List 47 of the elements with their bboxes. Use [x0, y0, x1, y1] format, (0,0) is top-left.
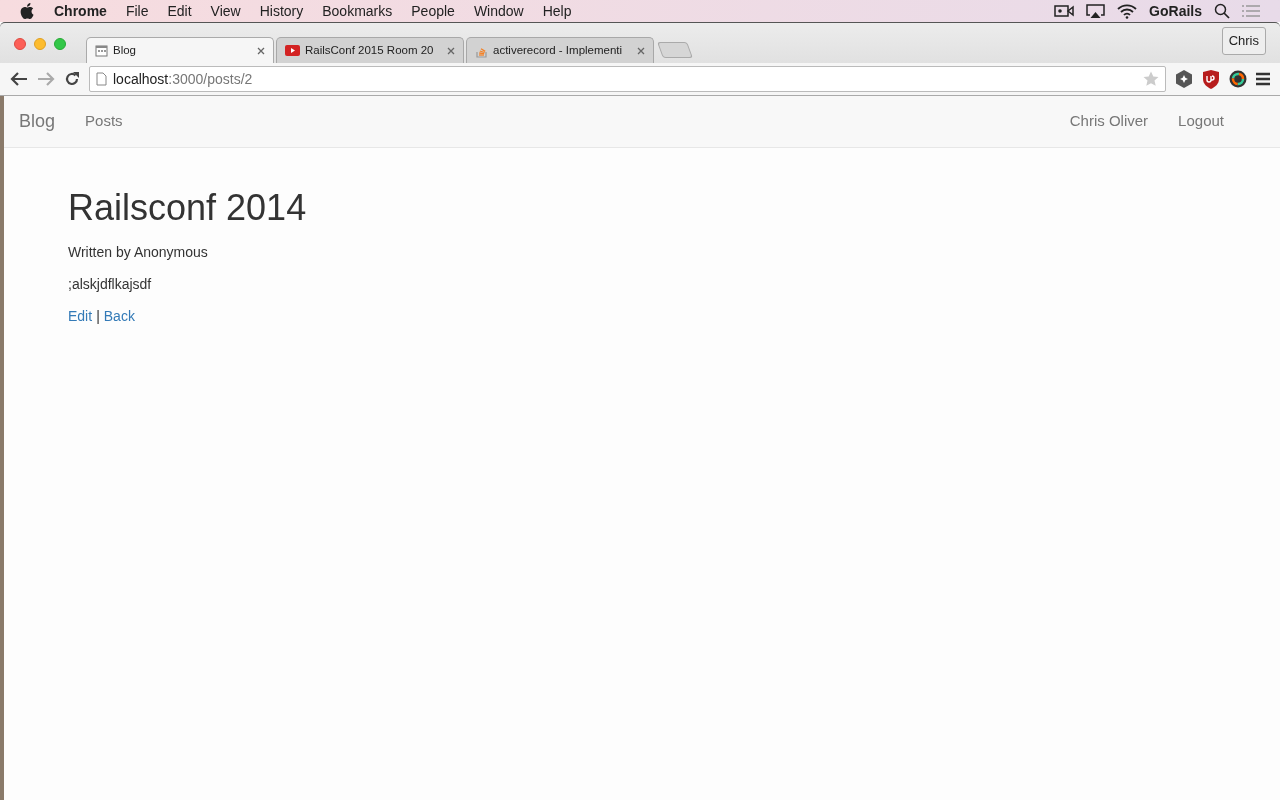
- menu-item[interactable]: Help: [542, 0, 572, 22]
- menu-item[interactable]: People: [411, 0, 455, 22]
- back-arrow-icon[interactable]: [10, 71, 28, 87]
- menu-item[interactable]: Window: [473, 0, 524, 22]
- lens-icon[interactable]: [1229, 70, 1247, 88]
- close-window-button[interactable]: [14, 37, 26, 50]
- nav-link[interactable]: Logout: [1178, 110, 1224, 133]
- edit-link[interactable]: Edit: [68, 306, 93, 327]
- tab-title: RailsConf 2015 Room 20: [305, 42, 434, 58]
- shield-icon[interactable]: [1202, 69, 1220, 89]
- nav-link[interactable]: Chris Oliver: [1069, 110, 1149, 133]
- menu-item[interactable]: Bookmarks: [322, 0, 393, 22]
- star-icon[interactable]: [1143, 71, 1159, 87]
- post-body: ;alskjdflkajsdf: [68, 275, 152, 294]
- airplay-icon[interactable]: [1086, 3, 1106, 19]
- close-icon[interactable]: [637, 46, 645, 55]
- browser-tab[interactable]: Blog: [86, 37, 274, 63]
- post-byline: Written by Anonymous: [68, 243, 208, 262]
- menu-item[interactable]: Edit: [167, 0, 192, 22]
- tab-title: Blog: [113, 42, 137, 58]
- play-icon: [285, 45, 300, 56]
- brand-link[interactable]: Blog: [19, 108, 56, 135]
- tab-title: activerecord - Implementi: [493, 42, 623, 58]
- close-icon[interactable]: [447, 46, 455, 55]
- link-separator: |: [96, 307, 100, 326]
- menu-item[interactable]: History: [259, 0, 304, 22]
- wifi-icon[interactable]: [1117, 3, 1138, 19]
- address-field[interactable]: localhost:3000/posts/2: [89, 66, 1166, 92]
- user-name[interactable]: GoRails: [1149, 0, 1202, 22]
- nav-link[interactable]: Posts: [85, 110, 123, 133]
- menu-icon[interactable]: [1256, 72, 1270, 86]
- menu-item[interactable]: File: [125, 0, 149, 22]
- reload-icon[interactable]: [64, 71, 80, 87]
- calendar-icon: [95, 44, 108, 57]
- profile-button[interactable]: Chris: [1221, 27, 1266, 55]
- back-link[interactable]: Back: [103, 306, 135, 327]
- post-title: Railsconf 2014: [68, 186, 307, 230]
- menu-item[interactable]: View: [210, 0, 241, 22]
- camera-icon[interactable]: [1054, 4, 1075, 18]
- hexagon-icon[interactable]: [1175, 70, 1193, 88]
- search-icon[interactable]: [1214, 3, 1230, 19]
- browser-tab[interactable]: activerecord - Implementi: [466, 37, 654, 63]
- menu-item[interactable]: Chrome: [54, 0, 107, 22]
- apple-icon[interactable]: [20, 3, 34, 19]
- browser-tab[interactable]: RailsConf 2015 Room 20: [276, 37, 464, 63]
- page-icon: [96, 72, 107, 86]
- close-icon[interactable]: [257, 46, 265, 55]
